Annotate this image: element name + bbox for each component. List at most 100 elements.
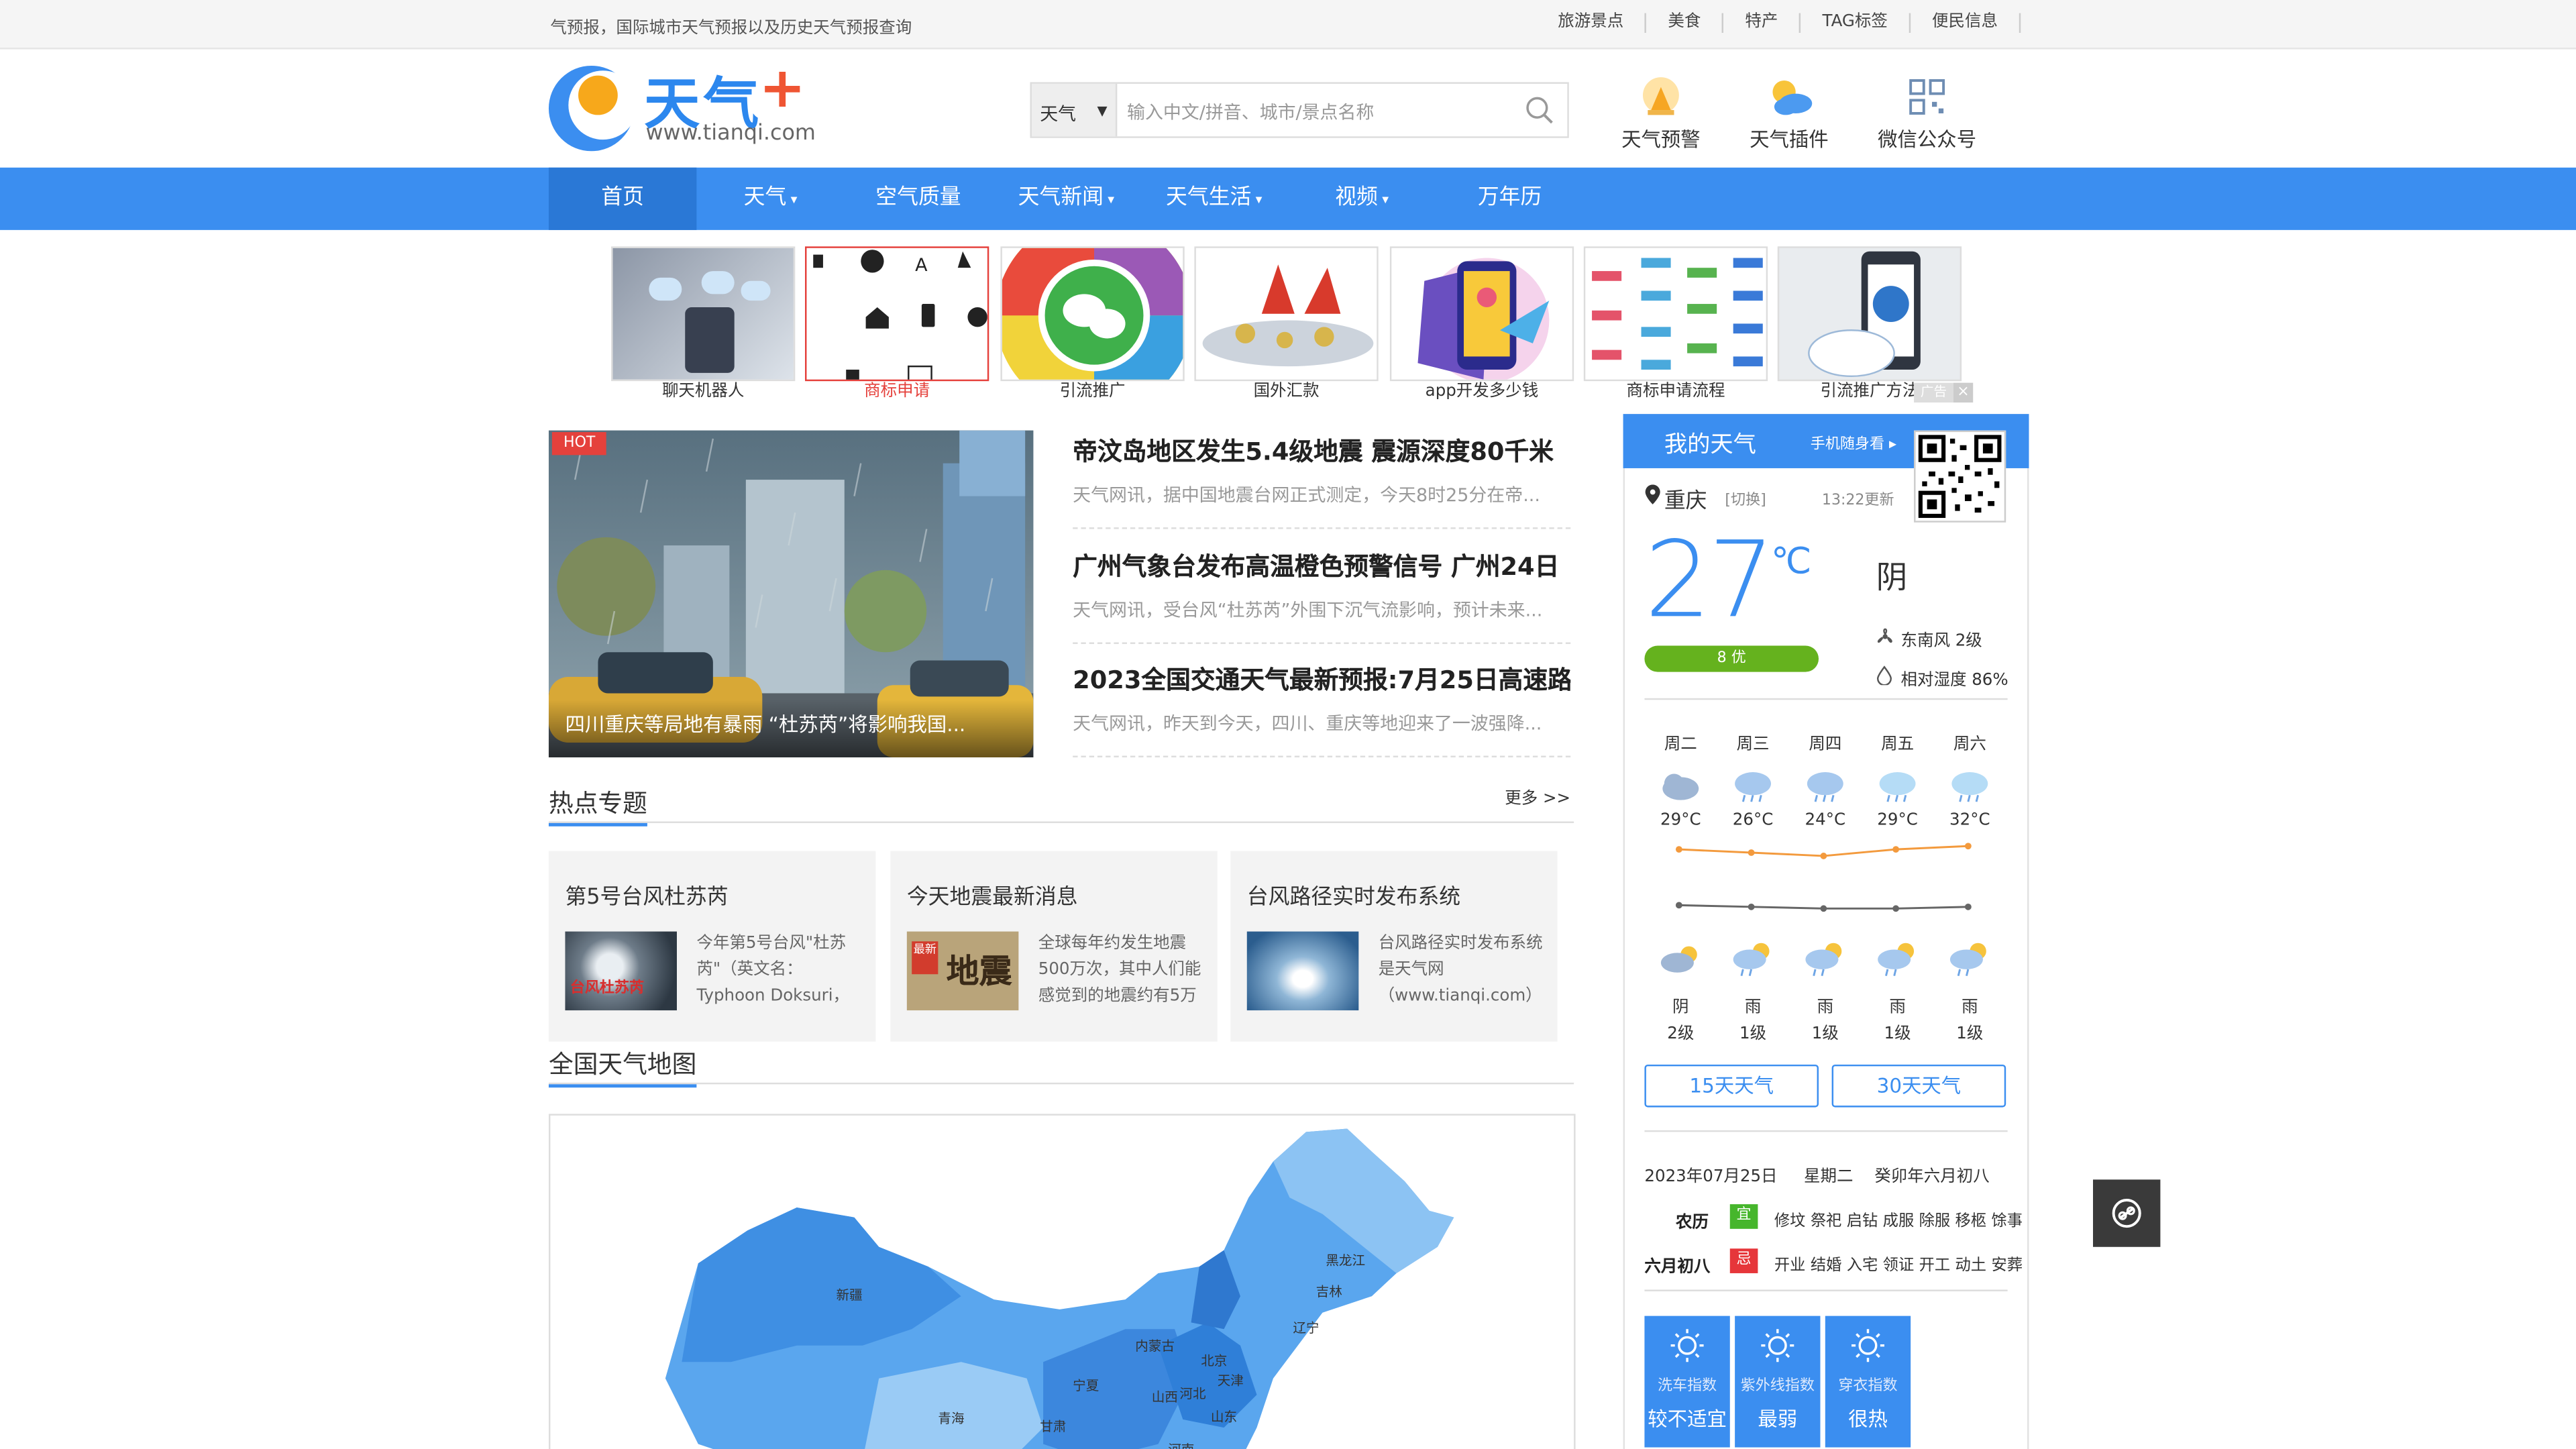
index-car-wash[interactable]: 洗车指数 较不适宜	[1644, 1316, 1730, 1448]
topic-title[interactable]: 台风路径实时发布系统	[1247, 879, 1460, 910]
news-title[interactable]: 2023全国交通天气最新预报:7月25日高速路	[1073, 662, 1570, 696]
15-day-forecast-button[interactable]: 15天天气	[1644, 1064, 1819, 1108]
topic-card[interactable]: 今天地震最新消息 最新 地震 全球每年约发生地震500万次，其中人们能感觉到的地…	[890, 851, 1218, 1042]
rain-icon	[1879, 772, 1916, 802]
ad-traffic-method[interactable]: 引流推广方法	[1777, 246, 1962, 404]
wechat-account-link[interactable]: 微信公众号	[1870, 69, 1984, 153]
nav-video[interactable]: 视频 ▾	[1288, 168, 1436, 230]
search-input[interactable]: 输入中文/拼音、城市/景点名称	[1127, 99, 1374, 125]
link-icon	[2112, 1199, 2141, 1228]
ad-traffic-image	[1000, 246, 1185, 382]
30-day-forecast-button[interactable]: 30天天气	[1831, 1064, 2006, 1108]
search-icon[interactable]	[1525, 95, 1554, 125]
ad-app-dev-caption: app开发多少钱	[1425, 382, 1539, 401]
rain-icon	[1951, 772, 1988, 802]
news-summary: 天气网讯，受台风“杜苏芮”外围下沉气流影响，预计未来...	[1073, 599, 1543, 621]
chevron-down-icon: ▼	[1097, 103, 1108, 119]
mobile-view-link[interactable]: 手机随身看 ▸	[1811, 432, 1896, 453]
ad-chatbot-image	[611, 246, 796, 382]
main-nav: 首页 天气 ▾ 空气质量 天气新闻 ▾ 天气生活 ▾ 视频 ▾ 万年历	[548, 167, 1584, 230]
ad-trademark-caption: 商标申请	[864, 382, 930, 401]
search-type-select[interactable]: 天气 ▼	[1031, 83, 1118, 137]
forecast-day: 周六 32°C	[1933, 729, 2006, 830]
ad-trademark[interactable]: A 商标申请	[805, 246, 989, 404]
hot-topics-title: 热点专题	[548, 786, 647, 826]
topic-title[interactable]: 第5号台风杜苏芮	[565, 879, 728, 910]
weather-plugin-label: 天气插件	[1750, 128, 1829, 152]
current-condition: 阴	[1876, 560, 1908, 596]
top-bar: 气预报，国际城市天气预报以及历史天气预报查询 旅游景点 美食 特产 TAG标签 …	[0, 0, 2576, 50]
floating-link-button[interactable]	[2093, 1179, 2161, 1247]
ad-trademark-flow[interactable]: 商标申请流程	[1583, 246, 1768, 404]
ad-remittance[interactable]: 国外汇款	[1194, 246, 1379, 404]
temp-unit: ℃	[1771, 542, 1812, 584]
ad-traffic[interactable]: 引流推广	[1000, 246, 1185, 404]
ad-trademark-flow-caption: 商标申请流程	[1626, 382, 1725, 401]
ad-tag: 广告	[1914, 382, 1953, 403]
topic-card[interactable]: 台风路径实时发布系统 台风路径实时发布系统是天气网（www.tianqi.com…	[1230, 851, 1558, 1042]
forecast-day: 周四 24°C	[1789, 729, 1862, 830]
ad-app-dev[interactable]: app开发多少钱	[1389, 246, 1574, 404]
logo-plus: +	[759, 56, 806, 122]
humidity-info: 相对湿度 86%	[1900, 672, 2008, 690]
topic-desc: 今年第5号台风"杜苏芮"（英文名：Typhoon Doksuri，	[696, 934, 850, 1006]
top-link-tags[interactable]: TAG标签	[1801, 13, 1911, 33]
top-link-food[interactable]: 美食	[1646, 13, 1724, 33]
map-label: 新疆	[837, 1287, 863, 1303]
nav-air-quality[interactable]: 空气质量	[845, 168, 992, 230]
ad-chatbot[interactable]: 聊天机器人	[611, 246, 796, 404]
map-label: 天津	[1218, 1373, 1244, 1388]
ad-trademark-image: A	[805, 246, 989, 382]
nav-weather-news[interactable]: 天气新闻 ▾	[992, 168, 1140, 230]
news-item[interactable]: 帝汶岛地区发生5.4级地震 震源深度80千米 天气网讯，据中国地震台网正式测定，…	[1073, 434, 1571, 529]
calendar-weekday: 星期二	[1803, 1168, 1854, 1187]
nav-weather[interactable]: 天气 ▾	[696, 168, 844, 230]
topic-desc: 全球每年约发生地震500万次，其中人们能感觉到的地震约有5万	[1038, 934, 1201, 1006]
forecast-night: 雨 1级	[1862, 941, 1934, 1043]
temp-trend-chart	[1675, 843, 1972, 912]
topic-image	[1246, 931, 1359, 1011]
news-summary: 天气网讯，昨天到今天，四川、重庆等地迎来了一波强降...	[1073, 712, 1542, 735]
more-topics-link[interactable]: 更多 >>	[1505, 784, 1570, 808]
top-link-specialty[interactable]: 特产	[1724, 13, 1801, 33]
divider	[1644, 698, 2008, 700]
qrcode-icon	[1909, 79, 1945, 115]
index-clothing[interactable]: 穿衣指数 很热	[1825, 1316, 1911, 1448]
news-title[interactable]: 帝汶岛地区发生5.4级地震 震源深度80千米	[1073, 434, 1570, 468]
top-link-services[interactable]: 便民信息	[1911, 13, 2021, 33]
index-uv[interactable]: 紫外线指数 最弱	[1735, 1316, 1821, 1448]
divider	[548, 821, 1574, 823]
weather-plugin-link[interactable]: 天气插件	[1731, 69, 1846, 153]
yi-list: 修坟 祭祀 启钻 成服 除服 移柩 馀事	[1774, 1212, 2023, 1231]
sun-outline-icon	[1851, 1329, 1884, 1362]
weather-map-title: 全国天气地图	[548, 1046, 697, 1088]
topic-title[interactable]: 今天地震最新消息	[907, 879, 1078, 910]
ad-traffic-caption: 引流推广	[1059, 382, 1126, 401]
ad-chatbot-caption: 聊天机器人	[661, 382, 745, 401]
nav-weather-life[interactable]: 天气生活 ▾	[1140, 168, 1288, 230]
topic-card[interactable]: 第5号台风杜苏芮 台风杜苏芮 今年第5号台风"杜苏芮"（英文名：Typhoon …	[548, 851, 876, 1042]
warning-icon	[1642, 77, 1679, 115]
hot-news-caption[interactable]: 四川重庆等局地有暴雨 “杜苏芮”将影响我国...	[548, 700, 1034, 757]
china-weather-map[interactable]: 新疆 内蒙古 黑龙江 吉林 辽宁 北京 天津 河北 山西 山东 宁夏 青海 甘肃…	[548, 1114, 1576, 1449]
map-label: 吉林	[1316, 1284, 1342, 1299]
news-item[interactable]: 2023全国交通天气最新预报:7月25日高速路 天气网讯，昨天到今天，四川、重庆…	[1073, 662, 1571, 757]
switch-city-link[interactable]: [切换]	[1725, 488, 1766, 509]
forecast-night: 阴 2级	[1644, 941, 1717, 1043]
news-title[interactable]: 广州气象台发布高温橙色预警信号 广州24日	[1073, 549, 1570, 583]
ad-close-icon[interactable]: ×	[1953, 382, 1974, 403]
top-link-travel[interactable]: 旅游景点	[1536, 13, 1647, 33]
weather-warning-link[interactable]: 天气预警	[1603, 69, 1718, 153]
aqi-badge[interactable]: 8 优	[1644, 645, 1819, 672]
humidity-icon	[1876, 665, 1892, 686]
qrcode-image	[1914, 430, 2006, 523]
map-label: 河南	[1168, 1442, 1194, 1449]
map-label: 北京	[1201, 1353, 1227, 1368]
nav-home[interactable]: 首页	[548, 167, 697, 230]
forecast-night: 雨 1级	[1789, 941, 1862, 1043]
sun-rain-icon	[1805, 943, 1842, 977]
news-item[interactable]: 广州气象台发布高温橙色预警信号 广州24日 天气网讯，受台风“杜苏芮”外围下沉气…	[1073, 549, 1571, 645]
nav-calendar[interactable]: 万年历	[1436, 168, 1583, 230]
map-label: 甘肃	[1040, 1419, 1066, 1434]
forecast-day: 周二 29°C	[1644, 729, 1717, 830]
